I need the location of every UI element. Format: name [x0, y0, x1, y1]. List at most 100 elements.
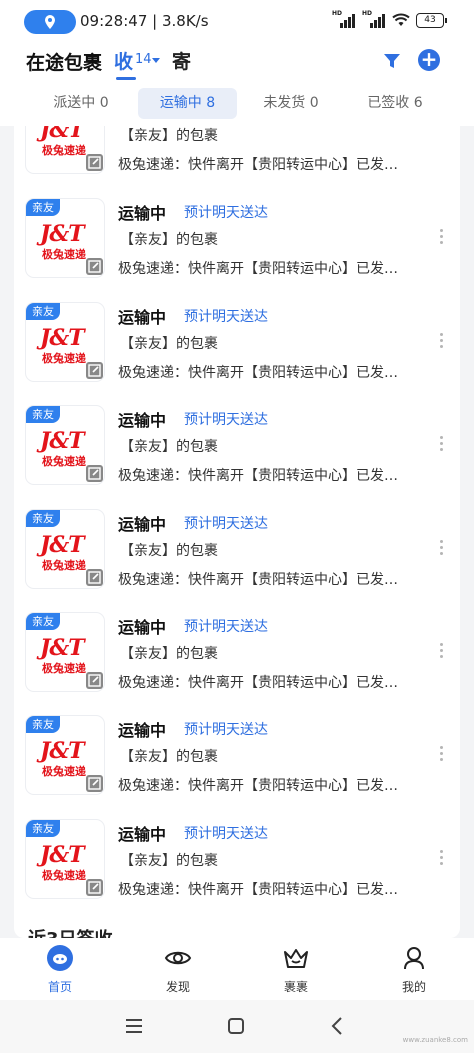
- jt-logo-text: J&T: [40, 126, 85, 143]
- nav-mine[interactable]: 我的: [374, 938, 454, 1000]
- package-eta: 预计明天送达: [184, 826, 268, 842]
- package-status: 运输中: [118, 411, 167, 430]
- signal-icon: HD: [362, 10, 386, 28]
- system-nav-bar: [0, 1000, 474, 1053]
- nav-label: 我的: [401, 980, 426, 994]
- filter-icon[interactable]: [381, 50, 403, 72]
- more-options-icon[interactable]: [440, 850, 444, 868]
- edit-note-icon[interactable]: [86, 672, 103, 689]
- package-card[interactable]: J&T 极兔速递 【亲友】的包裹 极兔速递：快件离开【贵阳转运中心】已发…: [14, 126, 460, 198]
- package-card[interactable]: J&T 极兔速递 亲友 运输中 预计明天送达 【亲友】的包裹 极兔速递：快件离开…: [14, 406, 460, 509]
- package-eta: 预计明天送达: [184, 309, 268, 325]
- package-eta: 预计明天送达: [184, 619, 268, 635]
- status-filter-tabs: 派送中 0 运输中 8 未发货 0 已签收 6: [0, 82, 474, 126]
- edit-note-icon[interactable]: [86, 775, 103, 792]
- subtab-count: 0: [99, 95, 109, 111]
- tracking-latest: 极兔速递：快件离开【贵阳转运中心】已发…: [118, 778, 398, 794]
- package-status: 运输中: [118, 825, 167, 844]
- friend-badge: 亲友: [26, 716, 60, 733]
- subtab-signed[interactable]: 已签收 6: [350, 88, 440, 119]
- subtab-label: 运输中: [159, 95, 202, 111]
- friend-badge: 亲友: [26, 820, 60, 837]
- package-card[interactable]: J&T 极兔速递 亲友 运输中 预计明天送达 【亲友】的包裹 极兔速递：快件离开…: [14, 510, 460, 613]
- home-square-icon[interactable]: [224, 1014, 248, 1038]
- package-status: 运输中: [118, 721, 167, 740]
- location-pin-icon: [45, 15, 55, 29]
- tab-indicator: [116, 77, 136, 80]
- hd-label: HD: [332, 10, 343, 17]
- bottom-nav: 首页 发现 裹裹 我的: [0, 938, 474, 1000]
- more-options-icon[interactable]: [440, 436, 444, 454]
- package-eta: 预计明天送达: [184, 412, 268, 428]
- jt-logo-text: J&T: [40, 428, 85, 454]
- friend-badge: 亲友: [26, 510, 60, 527]
- friend-badge: 亲友: [26, 303, 60, 320]
- jt-logo-text: J&T: [40, 842, 85, 868]
- friend-badge: 亲友: [26, 613, 60, 630]
- jt-logo-subtext: 极兔速递: [42, 662, 86, 675]
- jt-logo-subtext: 极兔速递: [42, 352, 86, 365]
- package-name: 【亲友】的包裹: [120, 853, 218, 869]
- edit-note-icon[interactable]: [86, 258, 103, 275]
- jt-logo-subtext: 极兔速递: [42, 765, 86, 778]
- tracking-latest: 极兔速递：快件离开【贵阳转运中心】已发…: [118, 882, 398, 898]
- battery-icon: 43: [416, 12, 447, 28]
- edit-note-icon[interactable]: [86, 569, 103, 586]
- jt-logo-subtext: 极兔速递: [42, 559, 86, 572]
- add-icon[interactable]: +: [418, 49, 440, 71]
- package-name: 【亲友】的包裹: [120, 646, 218, 662]
- status-time: 09:28:47 | 3.8K/s: [80, 12, 209, 30]
- package-card[interactable]: J&T 极兔速递 亲友 运输中 预计明天送达 【亲友】的包裹 极兔速递：快件离开…: [14, 716, 460, 819]
- back-icon[interactable]: [326, 1014, 350, 1038]
- nav-label: 发现: [165, 980, 190, 994]
- jt-logo-text: J&T: [40, 325, 85, 351]
- friend-badge: 亲友: [26, 406, 60, 423]
- jt-logo-text: J&T: [40, 221, 85, 247]
- nav-guoguo[interactable]: 裹裹: [256, 938, 336, 1000]
- more-options-icon[interactable]: [440, 333, 444, 351]
- subtab-count: 8: [206, 95, 216, 111]
- jt-logo-text: J&T: [40, 532, 85, 558]
- tab-send[interactable]: 寄: [172, 47, 191, 74]
- section-heading-recent-signed: 近3日签收: [28, 925, 113, 939]
- tab-receive-count: 14: [135, 52, 152, 67]
- tracking-latest: 极兔速递：快件离开【贵阳转运中心】已发…: [118, 572, 398, 588]
- package-card[interactable]: J&T 极兔速递 亲友 运输中 预计明天送达 【亲友】的包裹 极兔速递：快件离开…: [14, 199, 460, 302]
- jt-logo-subtext: 极兔速递: [42, 869, 86, 882]
- package-list: J&T 极兔速递 【亲友】的包裹 极兔速递：快件离开【贵阳转运中心】已发… J&…: [14, 126, 460, 938]
- nav-label: 裹裹: [283, 980, 308, 994]
- nav-home[interactable]: 首页: [20, 938, 100, 1000]
- tab-receive[interactable]: 收: [114, 47, 133, 74]
- package-card[interactable]: J&T 极兔速递 亲友 运输中 预计明天送达 【亲友】的包裹 极兔速递：快件离开…: [14, 303, 460, 406]
- more-options-icon[interactable]: [440, 229, 444, 247]
- edit-note-icon[interactable]: [86, 362, 103, 379]
- more-options-icon[interactable]: [440, 540, 444, 558]
- package-name: 【亲友】的包裹: [120, 543, 218, 559]
- nav-discover[interactable]: 发现: [138, 938, 218, 1000]
- more-options-icon[interactable]: [440, 643, 444, 661]
- nav-label: 首页: [47, 980, 72, 994]
- user-icon: [404, 947, 424, 970]
- tracking-latest: 极兔速递：快件离开【贵阳转运中心】已发…: [118, 261, 398, 277]
- edit-note-icon[interactable]: [86, 879, 103, 896]
- package-status: 运输中: [118, 204, 167, 223]
- subtab-not-shipped[interactable]: 未发货 0: [246, 88, 336, 119]
- more-options-icon[interactable]: [440, 746, 444, 764]
- package-name: 【亲友】的包裹: [120, 336, 218, 352]
- edit-note-icon[interactable]: [86, 465, 103, 482]
- location-pill[interactable]: [24, 10, 76, 34]
- subtab-in-transit[interactable]: 运输中 8: [138, 88, 237, 119]
- wifi-icon: [392, 13, 410, 26]
- eye-icon: [164, 951, 192, 965]
- subtab-delivering[interactable]: 派送中 0: [36, 88, 126, 119]
- package-status: 运输中: [118, 308, 167, 327]
- package-card[interactable]: J&T 极兔速递 亲友 运输中 预计明天送达 【亲友】的包裹 极兔速递：快件离开…: [14, 613, 460, 716]
- subtab-label: 派送中: [53, 95, 96, 111]
- edit-note-icon[interactable]: [86, 154, 103, 171]
- jt-logo-subtext: 极兔速递: [42, 248, 86, 261]
- chevron-down-icon[interactable]: [152, 58, 160, 63]
- page-title: 在途包裹: [26, 52, 103, 74]
- package-card[interactable]: J&T 极兔速递 亲友 运输中 预计明天送达 【亲友】的包裹 极兔速递：快件离开…: [14, 820, 460, 923]
- menu-icon[interactable]: [122, 1014, 146, 1038]
- jt-logo-text: J&T: [40, 635, 85, 661]
